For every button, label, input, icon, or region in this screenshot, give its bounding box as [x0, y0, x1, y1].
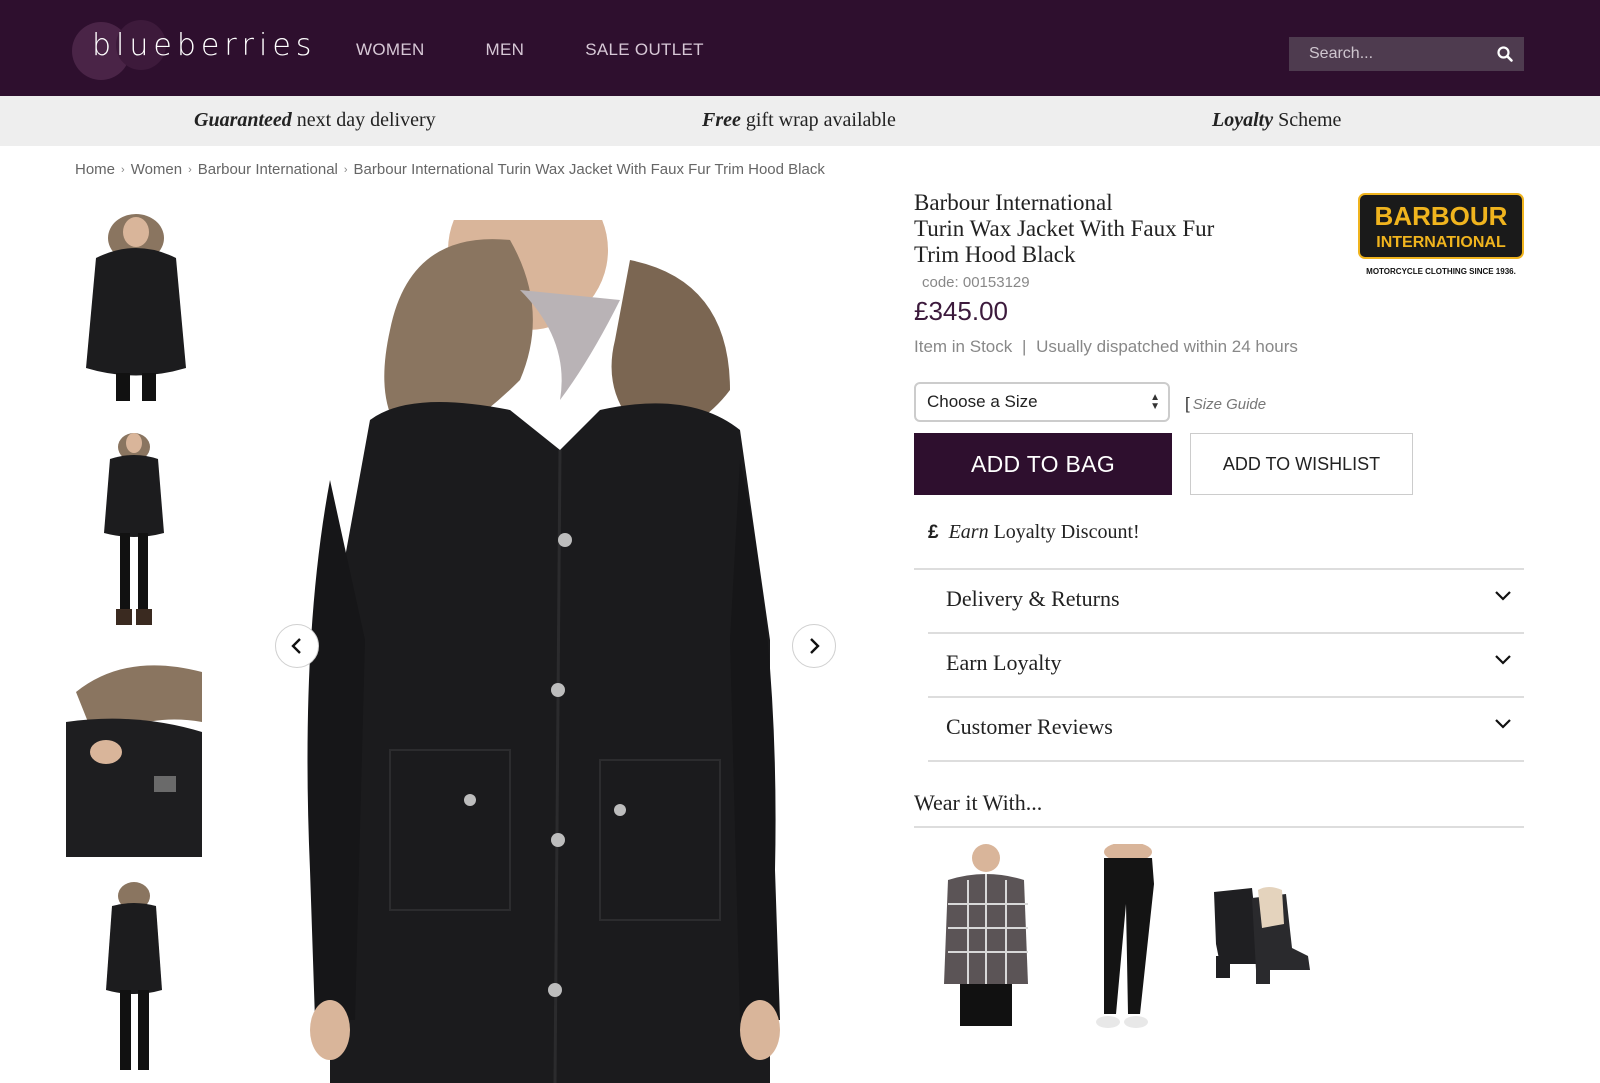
nav-men[interactable]: MEN: [486, 40, 525, 60]
promo-strip: Guaranteed next day delivery Free gift w…: [0, 96, 1600, 146]
ruler-icon: [: [1185, 394, 1190, 413]
promo-bold: Free: [702, 109, 741, 131]
breadcrumb-brand[interactable]: Barbour International: [198, 161, 338, 178]
nav-sale-outlet[interactable]: SALE OUTLET: [585, 40, 704, 60]
promo-delivery[interactable]: Guaranteed next day delivery: [194, 109, 436, 132]
breadcrumb-separator-icon: ›: [121, 163, 125, 176]
promo-loyalty[interactable]: Loyalty Scheme: [1212, 109, 1341, 132]
breadcrumb-separator-icon: ›: [343, 163, 348, 176]
brand-logo[interactable]: BARBOUR INTERNATIONAL MOTORCYCLE CLOTHIN…: [1358, 193, 1526, 283]
product-title-line: Turin Wax Jacket With Faux Fur: [914, 216, 1215, 241]
accordion-delivery-returns[interactable]: Delivery & Returns: [928, 570, 1524, 634]
main-product-image: [270, 220, 840, 1083]
breadcrumb-women[interactable]: Women: [131, 161, 182, 178]
nav-women[interactable]: WOMEN: [356, 40, 425, 60]
product-title: Barbour International Turin Wax Jacket W…: [914, 190, 1314, 268]
size-select[interactable]: Choose a Size ▲ ▼: [914, 382, 1170, 422]
accordion-label: Earn Loyalty: [946, 650, 1062, 675]
thumbnail-side[interactable]: [66, 652, 202, 857]
chevron-down-icon: [1495, 719, 1511, 729]
stock-divider: |: [1022, 337, 1027, 356]
thumbnail-full-length[interactable]: [66, 425, 202, 630]
thumbnail-back[interactable]: [66, 878, 202, 1083]
promo-text: next day delivery: [291, 109, 436, 131]
next-image-button[interactable]: [792, 624, 836, 668]
add-to-wishlist-button[interactable]: ADD TO WISHLIST: [1190, 433, 1413, 495]
prev-image-button[interactable]: [275, 624, 319, 668]
product-price: £345.00: [914, 296, 1008, 326]
loyalty-earn: Earn: [948, 521, 989, 543]
pound-icon: £: [928, 522, 939, 543]
product-title-line: Barbour International: [914, 190, 1113, 215]
loyalty-text: Loyalty Discount!: [988, 521, 1140, 543]
add-to-bag-button[interactable]: ADD TO BAG: [914, 433, 1172, 495]
accordion-customer-reviews[interactable]: Customer Reviews: [928, 698, 1524, 762]
brand-logo-line1: BARBOUR: [1375, 201, 1508, 231]
accordion-label: Delivery & Returns: [946, 586, 1120, 611]
promo-text: gift wrap available: [740, 109, 896, 131]
size-select-value: Choose a Size: [927, 392, 1038, 411]
product-title-line: Trim Hood Black: [914, 242, 1076, 267]
search-box: [1289, 37, 1524, 71]
breadcrumb-separator-icon: ›: [188, 163, 192, 176]
promo-bold: Loyalty: [1212, 109, 1274, 131]
breadcrumb-current: Barbour International Turin Wax Jacket W…: [353, 161, 825, 178]
size-guide-label: Size Guide: [1192, 395, 1267, 413]
wear-it-with-divider: [914, 826, 1524, 828]
promo-text: Scheme: [1273, 109, 1342, 131]
search-input[interactable]: [1289, 37, 1489, 71]
chevron-down-icon: [1495, 591, 1511, 601]
brand-logo-tagline: MOTORCYCLE CLOTHING SINCE 1936.: [1366, 267, 1516, 276]
select-arrows-icon: ▲ ▼: [1150, 392, 1160, 412]
chevron-down-icon: [1495, 655, 1511, 665]
stock-status: Item in Stock | Usually dispatched withi…: [914, 337, 1298, 357]
product-code: code: 00153129: [922, 274, 1030, 291]
promo-bold: Guaranteed: [194, 109, 292, 131]
wear-it-with-title: Wear it With...: [914, 790, 1043, 815]
size-guide-link[interactable]: [ Size Guide: [1185, 394, 1266, 414]
thumbnail-front[interactable]: [66, 198, 202, 403]
chevron-right-icon: [810, 638, 820, 654]
search-icon[interactable]: [1496, 45, 1514, 63]
dispatch-label: Usually dispatched within 24 hours: [1036, 337, 1298, 356]
site-logo[interactable]: blueberries: [72, 20, 311, 80]
top-header: blueberries WOMEN MEN SALE OUTLET: [0, 0, 1600, 96]
main-nav: WOMEN MEN SALE OUTLET: [356, 40, 765, 60]
breadcrumb: Home › Women › Barbour International › B…: [75, 161, 825, 178]
brand-logo-line2: INTERNATIONAL: [1376, 234, 1506, 251]
accordion-label: Customer Reviews: [946, 714, 1113, 739]
related-item-boots[interactable]: [1200, 844, 1330, 1034]
related-item-shirt[interactable]: [920, 844, 1050, 1034]
related-item-leggings[interactable]: [1058, 844, 1188, 1034]
chevron-left-icon: [291, 638, 301, 654]
promo-gift-wrap[interactable]: Free gift wrap available: [702, 109, 896, 132]
stock-label: Item in Stock: [914, 337, 1013, 356]
loyalty-discount[interactable]: £ Earn Loyalty Discount!: [928, 521, 1140, 544]
breadcrumb-home[interactable]: Home: [75, 161, 115, 178]
accordion-earn-loyalty[interactable]: Earn Loyalty: [928, 634, 1524, 698]
logo-text: blueberries: [92, 28, 317, 63]
